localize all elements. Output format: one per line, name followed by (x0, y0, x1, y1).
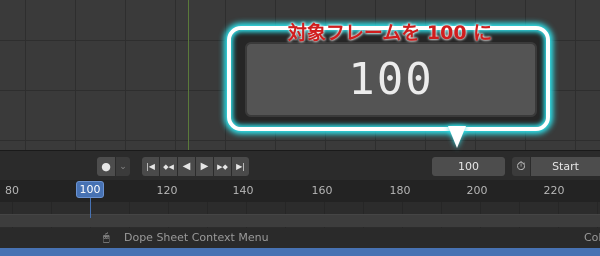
prev-keyframe-icon: ◆◀ (163, 162, 174, 171)
jump-prev-key-button[interactable]: ◆◀ (160, 157, 177, 176)
status-context-menu-text: Dope Sheet Context Menu (124, 231, 269, 244)
callout-title: 対象フレームを 100 に (287, 22, 493, 44)
jump-start-icon: |◀ (146, 162, 155, 171)
stopwatch-icon: ⏱ (516, 159, 526, 173)
status-right-text: Col (584, 231, 600, 244)
tick-label: 160 (311, 184, 333, 197)
playhead-frame-label: 100 (79, 183, 101, 196)
preview-range-toggle[interactable]: ⏱ (512, 157, 530, 176)
jump-to-start-button[interactable]: |◀ (142, 157, 159, 176)
tick-label: 220 (543, 184, 565, 197)
bottom-accent-strip (0, 248, 600, 256)
current-frame-field[interactable]: 100 (432, 157, 505, 176)
start-frame-field[interactable]: Start (531, 157, 600, 176)
playback-controls: |◀ ◆◀ ◀ ▶ ▶◆ ▶| (142, 157, 249, 176)
record-dropdown[interactable]: ⌄ (116, 157, 130, 176)
status-bar: 🖱 Dope Sheet Context Menu Col (0, 228, 600, 248)
tick-label: 200 (466, 184, 488, 197)
tick-label: 120 (156, 184, 178, 197)
play-icon: ▶ (200, 161, 209, 172)
play-reverse-button[interactable]: ◀ (178, 157, 195, 176)
start-label: Start (552, 160, 579, 173)
chevron-down-icon: ⌄ (119, 161, 127, 172)
mouse-icon: 🖱 (103, 231, 110, 244)
jump-end-icon: ▶| (236, 162, 245, 171)
timeline-header: ● ⌄ |◀ ◆◀ ◀ ▶ ▶◆ ▶| 100 ⏱ Start (0, 150, 600, 181)
next-keyframe-icon: ▶◆ (217, 162, 228, 171)
callout-frame-value: 100 (348, 54, 434, 105)
jump-next-key-button[interactable]: ▶◆ (214, 157, 231, 176)
tick-label: 140 (232, 184, 254, 197)
tick-label: 80 (5, 184, 19, 197)
callout-pointer (448, 126, 466, 148)
playhead-frame-indicator[interactable]: 100 (76, 181, 104, 198)
jump-to-end-button[interactable]: ▶| (232, 157, 249, 176)
record-button[interactable]: ● (97, 157, 115, 176)
play-button[interactable]: ▶ (196, 157, 213, 176)
vertical-axis-line (188, 0, 189, 150)
current-frame-value: 100 (458, 160, 479, 173)
record-icon: ● (101, 160, 111, 173)
tick-label: 180 (389, 184, 411, 197)
play-reverse-icon: ◀ (182, 161, 191, 172)
playhead-line[interactable] (90, 198, 91, 218)
callout-zoomed-field: 100 (245, 42, 537, 117)
